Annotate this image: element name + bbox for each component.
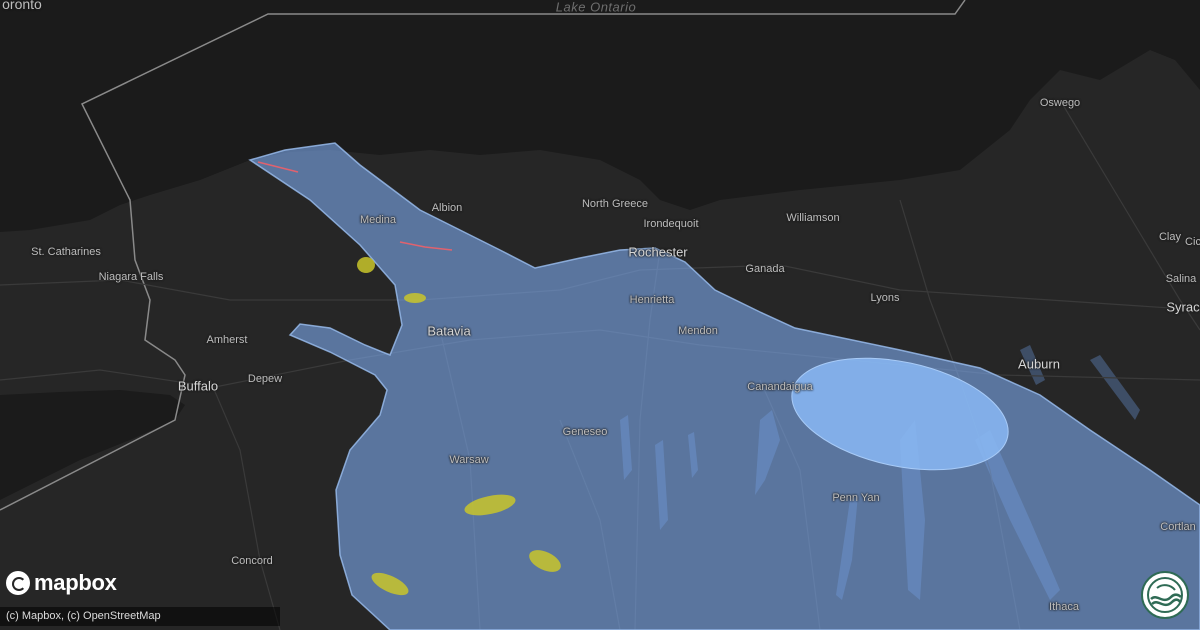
wave-globe-icon <box>1147 577 1183 613</box>
place-label-batavia: Batavia <box>427 323 471 339</box>
lake-ontario-label: Lake Ontario <box>555 0 637 15</box>
place-label-cortland: Cortlan <box>1160 521 1196 533</box>
place-label-st-catharines: St. Catharines <box>31 246 101 258</box>
place-label-ganada: Ganada <box>745 263 785 275</box>
place-label-ithaca: Ithaca <box>1049 601 1079 613</box>
place-label-lyons: Lyons <box>870 292 900 304</box>
place-label-cic: Cic <box>1185 236 1200 248</box>
place-label-geneseo: Geneseo <box>562 426 608 438</box>
place-label-depew: Depew <box>247 373 283 385</box>
place-label-williamson: Williamson <box>786 212 840 224</box>
place-label-penn-yan: Penn Yan <box>832 492 880 504</box>
place-label-rochester: Rochester <box>628 244 688 260</box>
lake-erie <box>0 390 185 500</box>
place-label-mendon: Mendon <box>678 325 718 337</box>
mapbox-logo-text: mapbox <box>34 570 117 595</box>
place-label-toronto: oronto <box>2 0 42 12</box>
map-base <box>0 0 1200 630</box>
map-canvas[interactable]: Lake Ontario oronto Oswego North Greece … <box>0 0 1200 630</box>
place-label-salina: Salina <box>1165 273 1197 285</box>
hail-marker <box>404 293 426 303</box>
place-label-albion: Albion <box>431 202 463 214</box>
place-label-oswego: Oswego <box>1039 97 1081 109</box>
mapbox-logo[interactable]: mapbox <box>6 570 117 596</box>
hail-marker <box>357 257 375 273</box>
place-label-irondequoit: Irondequoit <box>643 218 699 230</box>
mapbox-logo-icon <box>6 571 30 595</box>
place-label-concord: Concord <box>231 555 273 567</box>
place-label-clay: Clay <box>1158 231 1182 243</box>
place-label-north-greece: North Greece <box>581 198 649 210</box>
place-label-warsaw: Warsaw <box>449 454 489 466</box>
place-label-canandaigua: Canandaigua <box>747 381 813 393</box>
place-label-syracuse: Syrac <box>1166 299 1200 315</box>
place-label-henrietta: Henrietta <box>629 294 675 306</box>
place-label-amherst: Amherst <box>206 334 248 346</box>
weather-service-badge <box>1141 571 1189 619</box>
place-label-niagara-falls: Niagara Falls <box>98 271 164 283</box>
map-attribution[interactable]: (c) Mapbox, (c) OpenStreetMap <box>0 607 280 626</box>
place-label-buffalo: Buffalo <box>177 378 219 394</box>
place-label-medina: Medina <box>359 214 397 226</box>
place-label-auburn: Auburn <box>1018 356 1060 372</box>
